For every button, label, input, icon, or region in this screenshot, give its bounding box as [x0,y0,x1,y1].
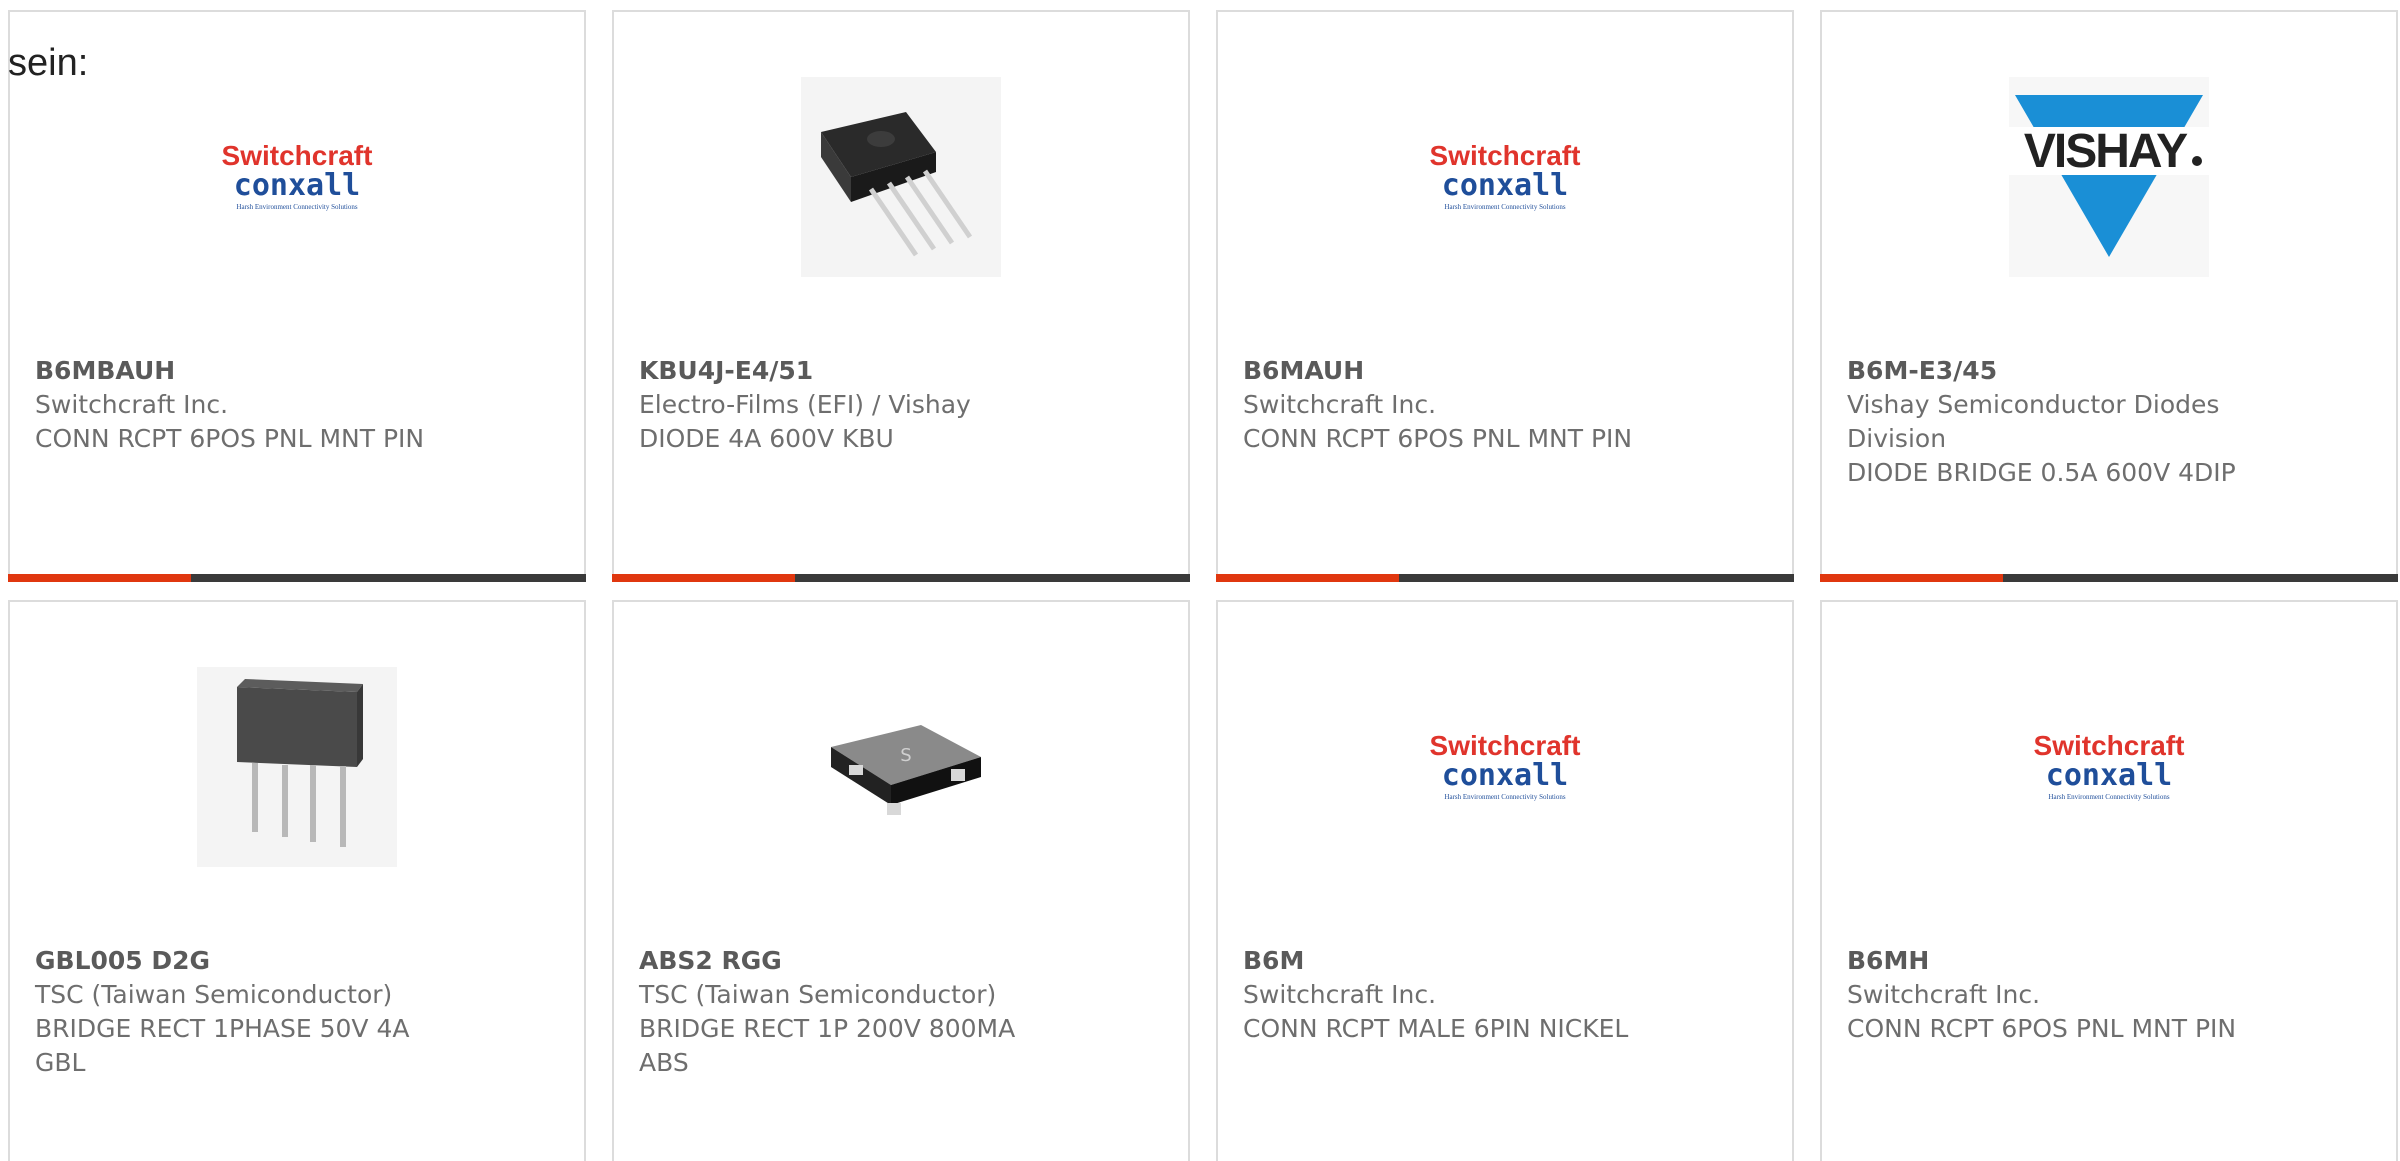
svg-text:Switchcraft: Switchcraft [1430,730,1581,761]
svg-text:VISHAY: VISHAY [2024,125,2188,178]
svg-text:conxall: conxall [1442,168,1568,203]
product-image: VISHAY [1822,52,2396,302]
switchcraft-logo-icon: Switchcraft conxall Harsh Environment Co… [222,140,373,211]
card-bottom-bar [1820,574,2398,582]
bridge-rectifier-kbu-icon [801,77,1001,277]
description: CONN RCPT 6POS PNL MNT PIN [1243,424,1633,453]
svg-text:conxall: conxall [2046,758,2172,793]
switchcraft-logo-icon: Switchcraft conxall Harsh Environment Co… [1430,140,1581,211]
card-accent [1216,574,1399,582]
description: DIODE BRIDGE 0.5A 600V 4DIP [1847,458,2236,487]
svg-text:Harsh Environment Connectivity: Harsh Environment Connectivity Solutions [1444,793,1565,801]
product-grid-page: sein: Switchcraft conxall Harsh Environm… [0,0,2400,1161]
bridge-rectifier-gbl-icon [197,667,397,867]
svg-text:Switchcraft: Switchcraft [2034,730,2185,761]
svg-text:Harsh Environment Connectivity: Harsh Environment Connectivity Solutions [1444,203,1565,211]
manufacturer: Switchcraft Inc. [1243,980,1437,1009]
card-accent [612,574,795,582]
manufacturer: TSC (Taiwan Semiconductor) [35,980,393,1009]
switchcraft-logo-icon: Switchcraft conxall Harsh Environment Co… [2034,730,2185,801]
part-number[interactable]: ABS2 RGG [639,944,1059,978]
vishay-logo-icon: VISHAY [2009,77,2209,277]
product-info: ABS2 RGG TSC (Taiwan Semiconductor) BRID… [639,944,1059,1080]
product-image: Switchcraft conxall Harsh Environment Co… [10,52,584,302]
card-bottom-bar [1216,574,1794,582]
card-accent [1820,574,2003,582]
product-image: Switchcraft conxall Harsh Environment Co… [1218,52,1792,302]
product-image: S [614,642,1188,892]
description: DIODE 4A 600V KBU [639,424,894,453]
description: BRIDGE RECT 1PHASE 50V 4A GBL [35,1014,410,1077]
bridge-rectifier-abs-icon: S [831,725,981,815]
svg-text:conxall: conxall [1442,758,1568,793]
manufacturer: TSC (Taiwan Semiconductor) [639,980,997,1009]
svg-text:S: S [900,745,911,766]
product-info: GBL005 D2G TSC (Taiwan Semiconductor) BR… [35,944,455,1080]
product-image [614,52,1188,302]
svg-text:Harsh Environment Connectivity: Harsh Environment Connectivity Solutions [236,203,357,211]
svg-text:conxall: conxall [234,168,360,203]
manufacturer: Switchcraft Inc. [1847,980,2041,1009]
part-number[interactable]: KBU4J-E4/51 [639,354,1059,388]
product-info: B6M-E3/45 Vishay Semiconductor Diodes Di… [1847,354,2267,490]
card-bottom-bar [612,574,1190,582]
product-info: B6MH Switchcraft Inc. CONN RCPT 6POS PNL… [1847,944,2267,1046]
card-accent [8,574,191,582]
svg-text:Switchcraft: Switchcraft [222,140,373,171]
part-number[interactable]: B6M-E3/45 [1847,354,2267,388]
svg-text:Switchcraft: Switchcraft [1430,140,1581,171]
switchcraft-logo-icon: Switchcraft conxall Harsh Environment Co… [1430,730,1581,801]
product-image: Switchcraft conxall Harsh Environment Co… [1218,642,1792,892]
part-number[interactable]: B6MH [1847,944,2267,978]
product-info: B6MAUH Switchcraft Inc. CONN RCPT 6POS P… [1243,354,1663,456]
product-card[interactable]: Switchcraft conxall Harsh Environment Co… [1820,600,2398,1161]
product-image: Switchcraft conxall Harsh Environment Co… [1822,642,2396,892]
description: BRIDGE RECT 1P 200V 800MA ABS [639,1014,1016,1077]
product-card[interactable]: KBU4J-E4/51 Electro-Films (EFI) / Vishay… [612,10,1190,582]
product-card[interactable]: GBL005 D2G TSC (Taiwan Semiconductor) BR… [8,600,586,1161]
product-image [10,642,584,892]
part-number[interactable]: B6MAUH [1243,354,1663,388]
svg-text:Harsh Environment Connectivity: Harsh Environment Connectivity Solutions [2048,793,2169,801]
manufacturer: Switchcraft Inc. [1243,390,1437,419]
manufacturer: Vishay Semiconductor Diodes Division [1847,390,2220,453]
manufacturer: Electro-Films (EFI) / Vishay [639,390,971,419]
part-number[interactable]: B6MBAUH [35,354,455,388]
product-card[interactable]: Switchcraft conxall Harsh Environment Co… [1216,600,1794,1161]
product-info: KBU4J-E4/51 Electro-Films (EFI) / Vishay… [639,354,1059,456]
product-info: B6MBAUH Switchcraft Inc. CONN RCPT 6POS … [35,354,455,456]
description: CONN RCPT 6POS PNL MNT PIN [1847,1014,2237,1043]
part-number[interactable]: GBL005 D2G [35,944,455,978]
product-card[interactable]: VISHAY B6M-E3/45 Vishay Semiconductor Di… [1820,10,2398,582]
part-number[interactable]: B6M [1243,944,1663,978]
intro-text: sein: [8,42,89,84]
product-card[interactable]: S ABS2 RGG TSC (Taiwan Semiconductor) BR… [612,600,1190,1161]
card-bottom-bar [8,574,586,582]
manufacturer: Switchcraft Inc. [35,390,229,419]
description: CONN RCPT 6POS PNL MNT PIN [35,424,425,453]
product-card[interactable]: Switchcraft conxall Harsh Environment Co… [8,10,586,582]
description: CONN RCPT MALE 6PIN NICKEL [1243,1014,1629,1043]
product-info: B6M Switchcraft Inc. CONN RCPT MALE 6PIN… [1243,944,1663,1046]
product-card[interactable]: Switchcraft conxall Harsh Environment Co… [1216,10,1794,582]
